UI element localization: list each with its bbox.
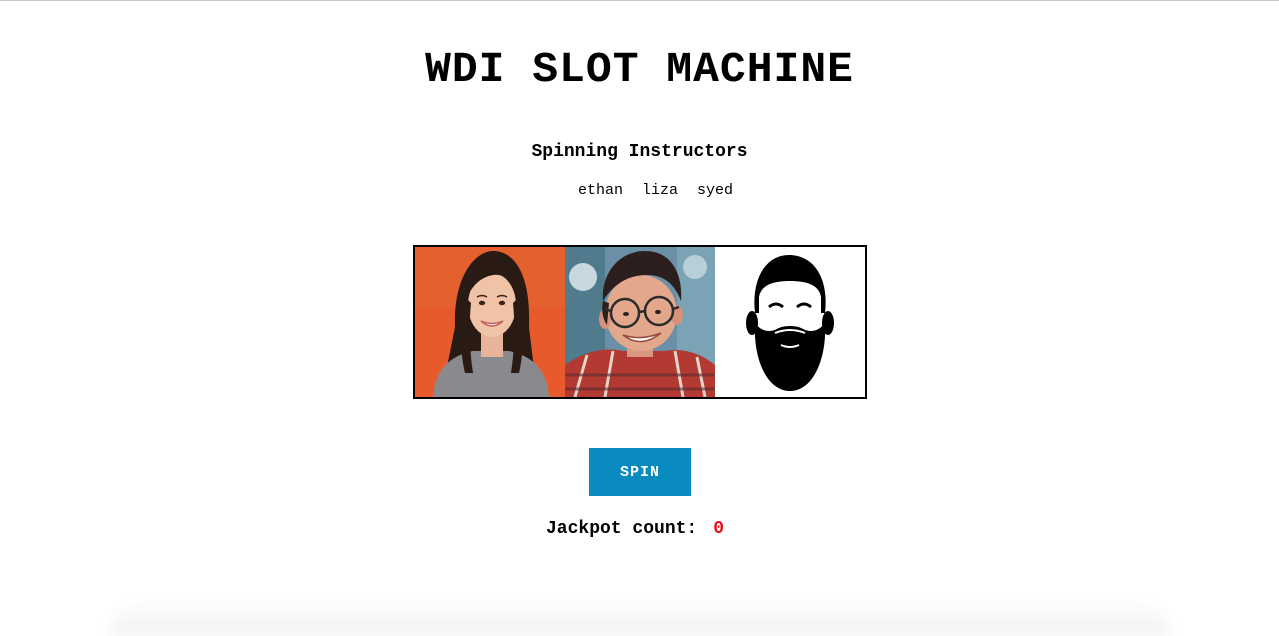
jackpot-counter: Jackpot count: 0	[546, 517, 724, 541]
bearded-man-silhouette-icon	[715, 247, 865, 397]
man-with-glasses-portrait-icon	[565, 247, 715, 397]
woman-portrait-icon	[415, 247, 565, 397]
slot-machine-page: WDI SLOT MACHINE Spinning Instructors et…	[0, 0, 1279, 636]
jackpot-label: Jackpot count:	[546, 519, 698, 539]
bottom-shadow	[110, 600, 1170, 636]
slot-reel-1	[415, 247, 565, 397]
slot-reel-3	[715, 247, 865, 397]
slot-reel-2	[565, 247, 715, 397]
instructors-heading: Spinning Instructors	[531, 142, 748, 162]
instructor-name-liza: liza	[642, 182, 679, 199]
slot-reels	[413, 245, 867, 399]
spin-button[interactable]: SPIN	[589, 448, 691, 496]
instructor-name-ethan: ethan	[578, 182, 624, 199]
page-title: WDI SLOT MACHINE	[425, 45, 854, 94]
instructor-name-list: ethan liza syed	[578, 181, 733, 201]
jackpot-count: 0	[713, 519, 725, 539]
instructor-name-syed: syed	[697, 182, 734, 199]
